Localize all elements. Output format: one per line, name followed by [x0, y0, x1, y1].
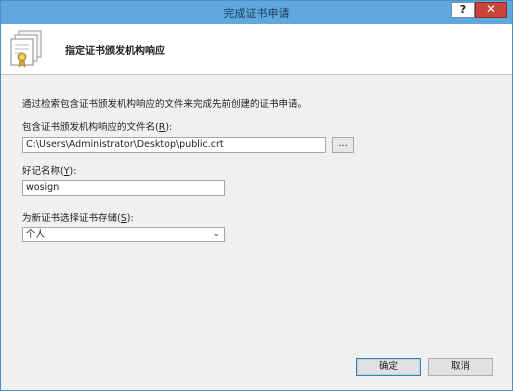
certificate-icon [10, 30, 42, 68]
response-file-label: 包含证书颁发机构响应的文件名(R): [22, 122, 173, 133]
friendly-name-input[interactable]: wosign [22, 180, 225, 196]
help-button[interactable]: ? [451, 2, 475, 18]
dialog-content: 通过检索包含证书颁发机构响应的文件来完成先前创建的证书申请。 包含证书颁发机构响… [1, 75, 512, 390]
chevron-down-icon: ⌄ [212, 229, 220, 239]
complete-certificate-request-dialog: 完成证书申请 ? ✕ 指定证书颁发机构响应 通过检索包含证书颁发机构响应的文件来… [0, 0, 513, 391]
dialog-header: 指定证书颁发机构响应 [1, 24, 512, 75]
page-title: 指定证书颁发机构响应 [65, 46, 165, 57]
certificate-store-select[interactable]: 个人 ⌄ [22, 227, 225, 242]
browse-button[interactable]: ... [332, 137, 354, 153]
intro-text: 通过检索包含证书颁发机构响应的文件来完成先前创建的证书申请。 [22, 99, 308, 110]
certificate-store-label: 为新证书选择证书存储(S): [22, 213, 134, 224]
certificate-store-value: 个人 [26, 229, 46, 240]
window-title: 完成证书申请 [223, 7, 290, 20]
close-button[interactable]: ✕ [475, 2, 507, 18]
friendly-name-label: 好记名称(Y): [22, 166, 77, 177]
ok-button[interactable]: 确定 [356, 358, 421, 376]
response-file-input[interactable]: C:\Users\Administrator\Desktop\public.cr… [22, 137, 326, 153]
title-bar[interactable]: 完成证书申请 ? ✕ [1, 1, 512, 24]
cancel-button[interactable]: 取消 [428, 358, 493, 376]
